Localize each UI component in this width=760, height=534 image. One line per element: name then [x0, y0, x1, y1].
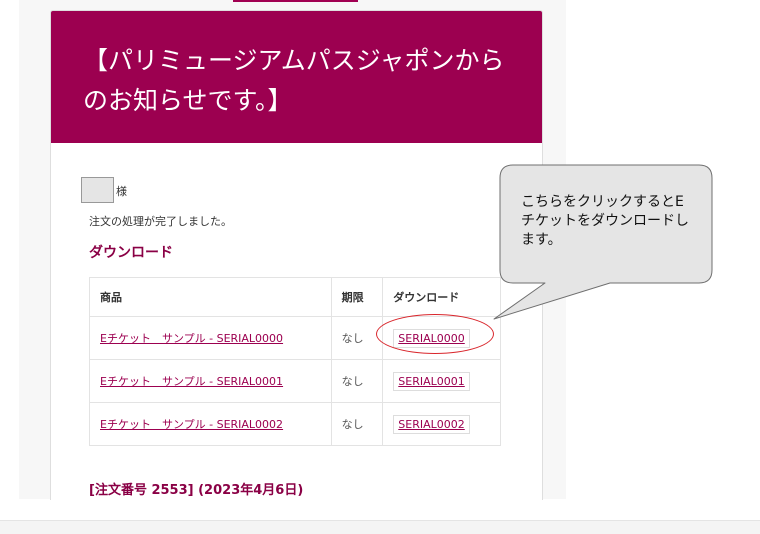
- order-complete-message: 注文の処理が完了しました。: [89, 215, 232, 228]
- product-link[interactable]: Eチケット サンプル - SERIAL0000: [100, 332, 283, 345]
- expiry-cell: なし: [330, 402, 384, 446]
- download-table: 商品 期限 ダウンロード Eチケット サンプル - SERIAL0000 なし …: [89, 277, 501, 446]
- download-cell: SERIAL0001: [382, 359, 501, 403]
- product-cell: Eチケット サンプル - SERIAL0002: [89, 402, 332, 446]
- product-link[interactable]: Eチケット サンプル - SERIAL0002: [100, 418, 283, 431]
- email-card: 【パリミュージアムパスジャポンからのお知らせです。】 様 注文の処理が完了しまし…: [50, 10, 543, 500]
- column-header-download: ダウンロード: [382, 277, 501, 317]
- product-cell: Eチケット サンプル - SERIAL0001: [89, 359, 332, 403]
- email-header: 【パリミュージアムパスジャポンからのお知らせです。】: [51, 11, 542, 143]
- product-cell: Eチケット サンプル - SERIAL0000: [89, 316, 332, 360]
- table-row: Eチケット サンプル - SERIAL0002 なし SERIAL0002: [89, 402, 501, 446]
- download-heading: ダウンロード: [89, 245, 173, 261]
- email-header-title: 【パリミュージアムパスジャポンからのお知らせです。】: [83, 46, 505, 115]
- download-serial-button[interactable]: SERIAL0001: [393, 371, 470, 391]
- callout-text: こちらをクリックするとEチケットをダウンロードします。: [521, 194, 689, 248]
- order-number-heading: [注文番号 2553] (2023年4月6日): [89, 483, 304, 498]
- highlight-ellipse: [376, 314, 494, 354]
- download-cell: SERIAL0002: [382, 402, 501, 446]
- table-header-row: 商品 期限 ダウンロード: [89, 277, 501, 317]
- customer-name-redacted: [81, 177, 114, 203]
- download-serial-button[interactable]: SERIAL0002: [393, 414, 470, 434]
- column-header-product: 商品: [89, 277, 332, 317]
- bottom-bar: [0, 520, 760, 534]
- column-header-expiry: 期限: [330, 277, 384, 317]
- expiry-cell: なし: [330, 316, 384, 360]
- product-link[interactable]: Eチケット サンプル - SERIAL0001: [100, 375, 283, 388]
- honorific-label: 様: [116, 185, 127, 198]
- expiry-cell: なし: [330, 359, 384, 403]
- top-accent-strip: [233, 0, 358, 2]
- table-row: Eチケット サンプル - SERIAL0001 なし SERIAL0001: [89, 359, 501, 403]
